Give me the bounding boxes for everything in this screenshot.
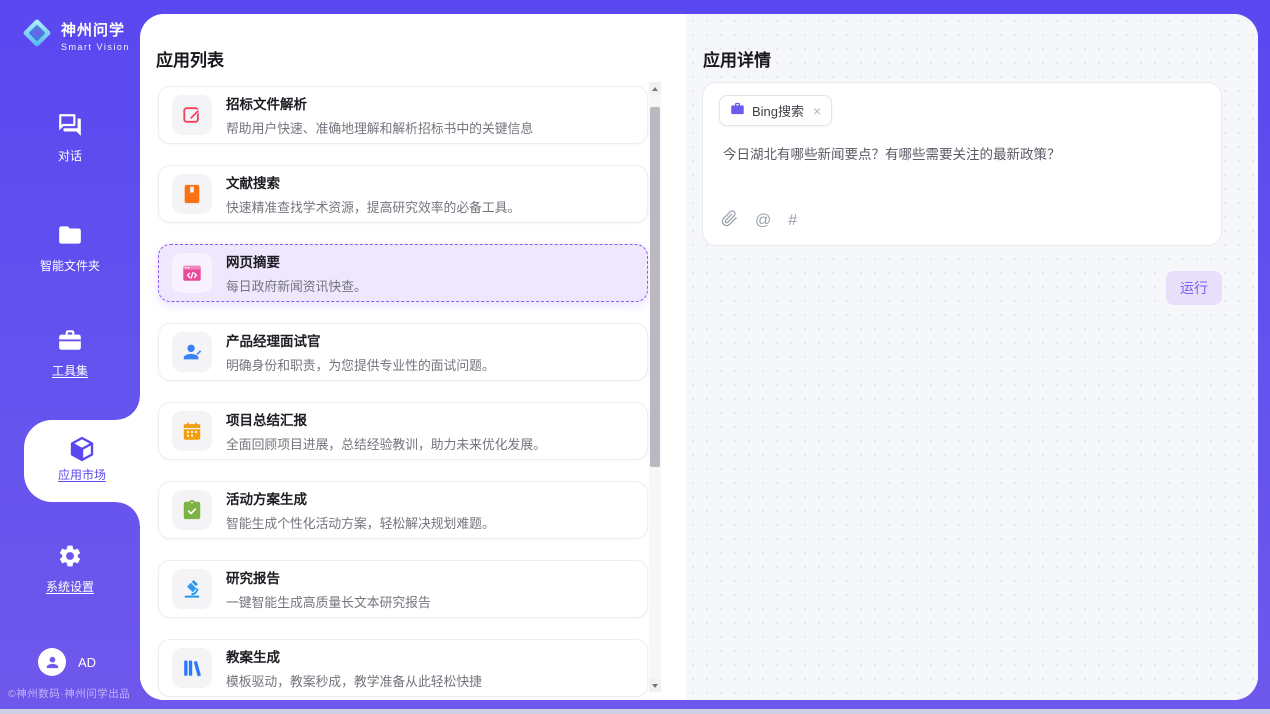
attachment-icon[interactable] [721, 210, 738, 232]
avatar [38, 648, 66, 676]
clipboard-check-icon [181, 499, 203, 521]
list-item-event-plan[interactable]: 活动方案生成 智能生成个性化活动方案，轻松解决规划难题。 [158, 481, 648, 539]
scrollbar-thumb[interactable] [650, 107, 660, 467]
icon-box [172, 569, 212, 609]
app-name: 教案生成 [226, 646, 482, 666]
app-window: 神州问学 Smart Vision 对话 智能文件夹 工具集 [0, 0, 1270, 714]
brand-name: 神州问学 [61, 19, 130, 40]
browser-code-icon [181, 262, 203, 284]
icon-box [172, 490, 212, 530]
avatar-person-icon [44, 654, 61, 671]
copyright-footer: ©神州数码·神州问学出品 [8, 686, 130, 701]
list-item-lesson-plan[interactable]: 教案生成 模板驱动，教案秒成，教学准备从此轻松快捷 [158, 639, 648, 697]
run-button[interactable]: 运行 [1166, 271, 1222, 305]
app-list-title: 应用列表 [156, 46, 224, 71]
prompt-input[interactable]: 今日湖北有哪些新闻要点？有哪些需要关注的最新政策？ [723, 145, 1201, 165]
prompt-toolbar: @ # [721, 210, 797, 232]
list-item-pm-interviewer[interactable]: 产品经理面试官 明确身份和职责，为您提供专业性的面试问题。 [158, 323, 648, 381]
icon-box [172, 253, 212, 293]
brand-logo-icon [20, 16, 54, 55]
sidebar-item-chat[interactable]: 对话 [0, 112, 140, 165]
scroll-down-icon[interactable] [649, 679, 661, 692]
app-description: 模板驱动，教案秒成，教学准备从此轻松快捷 [226, 671, 482, 690]
brand-subtitle: Smart Vision [61, 42, 130, 52]
close-icon[interactable]: × [813, 104, 821, 118]
app-description: 帮助用户快速、准确地理解和解析招标书中的关键信息 [226, 118, 533, 137]
sidebar: 神州问学 Smart Vision 对话 智能文件夹 工具集 [0, 0, 140, 714]
mention-icon[interactable]: @ [755, 213, 771, 229]
prompt-card: Bing搜索 × 今日湖北有哪些新闻要点？有哪些需要关注的最新政策？ @ # [702, 82, 1222, 246]
icon-box [172, 648, 212, 688]
list-item-literature-search[interactable]: 文献搜索 快速精准查找学术资源，提高研究效率的必备工具。 [158, 165, 648, 223]
book-icon [181, 183, 203, 205]
scroll-up-icon[interactable] [649, 82, 661, 95]
sidebar-item-toolset[interactable]: 工具集 [0, 327, 140, 380]
gear-icon [0, 543, 140, 571]
sidebar-item-label: 应用市场 [58, 466, 106, 483]
app-name: 文献搜索 [226, 172, 520, 192]
edit-square-icon [181, 104, 203, 126]
app-name: 产品经理面试官 [226, 330, 495, 350]
icon-box [172, 174, 212, 214]
app-description: 一键智能生成高质量长文本研究报告 [226, 592, 431, 611]
sidebar-item-settings[interactable]: 系统设置 [0, 543, 140, 596]
app-name: 研究报告 [226, 567, 431, 587]
list-item-bid-analysis[interactable]: 招标文件解析 帮助用户快速、准确地理解和解析招标书中的关键信息 [158, 86, 648, 144]
app-name: 网页摘要 [226, 251, 367, 271]
user-name: AD [78, 655, 96, 670]
sidebar-item-label: 对话 [58, 147, 82, 164]
folder-icon [0, 222, 140, 250]
list-item-project-summary[interactable]: 项目总结汇报 全面回顾项目进展，总结经验教训，助力未来优化发展。 [158, 402, 648, 460]
tool-tag-bing-search[interactable]: Bing搜索 × [719, 95, 832, 126]
app-detail-title: 应用详情 [703, 46, 771, 71]
person-interview-icon [181, 341, 203, 363]
user-profile[interactable]: AD [38, 648, 96, 676]
app-description: 明确身份和职责，为您提供专业性的面试问题。 [226, 355, 495, 374]
scrollbar[interactable] [649, 82, 661, 692]
list-item-research-report[interactable]: 研究报告 一键智能生成高质量长文本研究报告 [158, 560, 648, 618]
sidebar-item-label: 工具集 [52, 362, 88, 379]
sidebar-item-smart-folder[interactable]: 智能文件夹 [0, 222, 140, 275]
briefcase-icon [730, 101, 745, 121]
app-name: 活动方案生成 [226, 488, 495, 508]
app-description: 全面回顾项目进展，总结经验教训，助力未来优化发展。 [226, 434, 546, 453]
app-list-panel: 应用列表 招标文件解析 帮助用户快速、准确地理解和解析招标书中的关键信息 [140, 14, 686, 700]
sidebar-item-label: 系统设置 [46, 578, 94, 595]
app-name: 项目总结汇报 [226, 409, 546, 429]
app-detail-panel: 应用详情 Bing搜索 × 今日湖北有哪些新闻要点？有哪些需要关注的最新政策？ … [686, 14, 1258, 700]
chat-icon [0, 112, 140, 140]
window-bottom-strip [0, 709, 1270, 714]
app-description: 快速精准查找学术资源，提高研究效率的必备工具。 [226, 197, 520, 216]
toolbox-icon [0, 327, 140, 355]
books-icon [181, 657, 203, 679]
icon-box [172, 411, 212, 451]
hash-icon[interactable]: # [788, 213, 797, 229]
app-name: 招标文件解析 [226, 93, 533, 113]
sidebar-item-app-market[interactable]: 应用市场 [24, 420, 140, 502]
sidebar-item-label: 智能文件夹 [40, 257, 100, 274]
microscope-icon [181, 578, 203, 600]
app-list: 招标文件解析 帮助用户快速、准确地理解和解析招标书中的关键信息 文献搜索 快速精… [158, 86, 648, 700]
app-description: 每日政府新闻资讯快查。 [226, 276, 367, 295]
brand: 神州问学 Smart Vision [20, 16, 130, 55]
calendar-icon [181, 420, 203, 442]
main-card: 应用列表 招标文件解析 帮助用户快速、准确地理解和解析招标书中的关键信息 [140, 14, 1258, 700]
list-item-web-summary[interactable]: 网页摘要 每日政府新闻资讯快查。 [158, 244, 648, 302]
tool-tag-label: Bing搜索 [752, 101, 804, 120]
icon-box [172, 332, 212, 372]
app-description: 智能生成个性化活动方案，轻松解决规划难题。 [226, 513, 495, 532]
icon-box [172, 95, 212, 135]
cube-icon [24, 434, 140, 462]
